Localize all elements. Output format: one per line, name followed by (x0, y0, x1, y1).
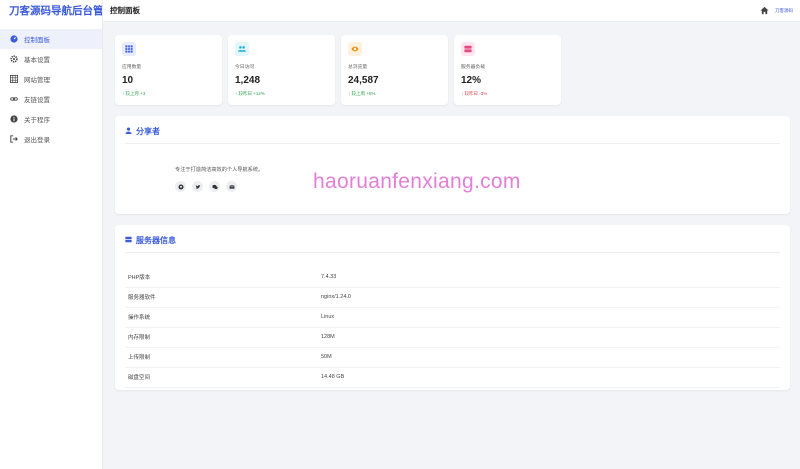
home-icon[interactable] (760, 2, 769, 20)
sidebar-item-about[interactable]: 关于程序 (0, 109, 102, 129)
sidebar-item-dashboard[interactable]: 控制面板 (0, 29, 102, 49)
divider (125, 143, 780, 144)
grid-icon (122, 42, 136, 56)
info-value: nginx/1.24.0 (321, 287, 780, 308)
info-value: Linux (321, 307, 780, 328)
user-name[interactable]: 刀客源码 (775, 8, 793, 13)
app-title: 刀客源码导航后台管理 (9, 5, 102, 17)
stat-value: 24,587 (348, 75, 379, 86)
sidebar-item-label: 退出登录 (24, 137, 50, 144)
stat-trend: ↑ 较上周 +5% (348, 91, 376, 96)
stat-card-apps: 应用数量 10 ↑ 较上月 +3 (115, 35, 222, 105)
user-icon (125, 127, 132, 136)
table-row: 上传限制 50M (125, 347, 780, 368)
info-value: 128M (321, 327, 780, 348)
page-title: 控制面板 (110, 6, 140, 15)
users-icon (235, 42, 249, 56)
table-row: 服务器软件 nginx/1.24.0 (125, 287, 780, 308)
sidebar-item-links[interactable]: 友链设置 (0, 89, 102, 109)
sidebar-item-label: 友链设置 (24, 97, 50, 104)
grid-icon (9, 75, 18, 84)
server-info-title: 服务器信息 (125, 235, 780, 246)
sidebar-item-label: 控制面板 (24, 37, 50, 44)
divider (125, 252, 780, 253)
sidebar-item-sites[interactable]: 网站管理 (0, 69, 102, 89)
stat-card-load: 服务器负载 12% ↓ 较昨日 -3% (454, 35, 561, 105)
table-row: 内存限制 128M (125, 327, 780, 348)
stat-label: 今日访问 (235, 65, 255, 70)
email-icon[interactable] (226, 181, 237, 192)
info-value: 14.48 GB (321, 367, 780, 388)
stat-card-views: 总浏览量 24,587 ↑ 较上周 +5% (341, 35, 448, 105)
stat-label: 应用数量 (122, 65, 142, 70)
link-icon (9, 95, 18, 104)
info-key: 磁盘空间 (125, 367, 321, 388)
sidebar-item-label: 网站管理 (24, 77, 50, 84)
info-value: 7.4.33 (321, 267, 780, 288)
sidebar-item-label: 关于程序 (24, 117, 50, 124)
stat-trend: ↑ 较上月 +3 (122, 91, 146, 96)
stat-value: 1,248 (235, 75, 261, 86)
eye-icon (348, 42, 362, 56)
stat-trend: ↑ 较昨日 +12% (235, 91, 265, 96)
stat-value: 10 (122, 75, 134, 86)
info-key: 服务器软件 (125, 287, 321, 308)
share-card: 分享者 专注于打造简洁高效的个人导航系统。 (115, 116, 790, 214)
sidebar-item-label: 基本设置 (24, 57, 50, 64)
share-title: 分享者 (125, 126, 780, 137)
gear-icon (9, 55, 18, 64)
stat-card-visits: 今日访问 1,248 ↑ 较昨日 +12% (228, 35, 335, 105)
server-info-table: PHP版本 7.4.33 服务器软件 nginx/1.24.0 操作系统 Linux … (125, 267, 780, 388)
info-key: 上传限制 (125, 347, 321, 368)
stat-label: 服务器负载 (461, 65, 485, 70)
logout-icon (9, 135, 18, 144)
table-row: 磁盘空间 14.48 GB (125, 367, 780, 388)
table-row: 操作系统 Linux (125, 307, 780, 328)
stat-label: 总浏览量 (348, 65, 368, 70)
server-info-card: 服务器信息 PHP版本 7.4.33 服务器软件 nginx/1.24.0 操作系统… (115, 225, 790, 390)
github-icon[interactable] (175, 181, 186, 192)
top-bar: 控制面板 刀客源码 (103, 0, 800, 22)
stat-trend: ↓ 较昨日 -3% (461, 91, 488, 96)
info-icon (9, 115, 18, 124)
sidebar-item-settings[interactable]: 基本设置 (0, 49, 102, 69)
sidebar-item-logout[interactable]: 退出登录 (0, 129, 102, 149)
twitter-icon[interactable] (192, 181, 203, 192)
sidebar: 刀客源码导航后台管理 控制面板 基本设置 网站管理 友链设置 关于程序 退出登录 (0, 0, 103, 469)
server-icon (125, 236, 132, 245)
sidebar-nav: 控制面板 基本设置 网站管理 友链设置 关于程序 退出登录 (0, 29, 102, 149)
server-icon (461, 42, 475, 56)
dashboard-icon (9, 35, 18, 44)
stat-value: 12% (461, 75, 482, 86)
info-key: 操作系统 (125, 307, 321, 328)
info-key: PHP版本 (125, 267, 321, 288)
watermark: haoruanfenxiang.com (313, 170, 521, 193)
info-value: 50M (321, 347, 780, 368)
table-row: PHP版本 7.4.33 (125, 267, 780, 288)
wechat-icon[interactable] (209, 181, 220, 192)
info-key: 内存限制 (125, 327, 321, 348)
